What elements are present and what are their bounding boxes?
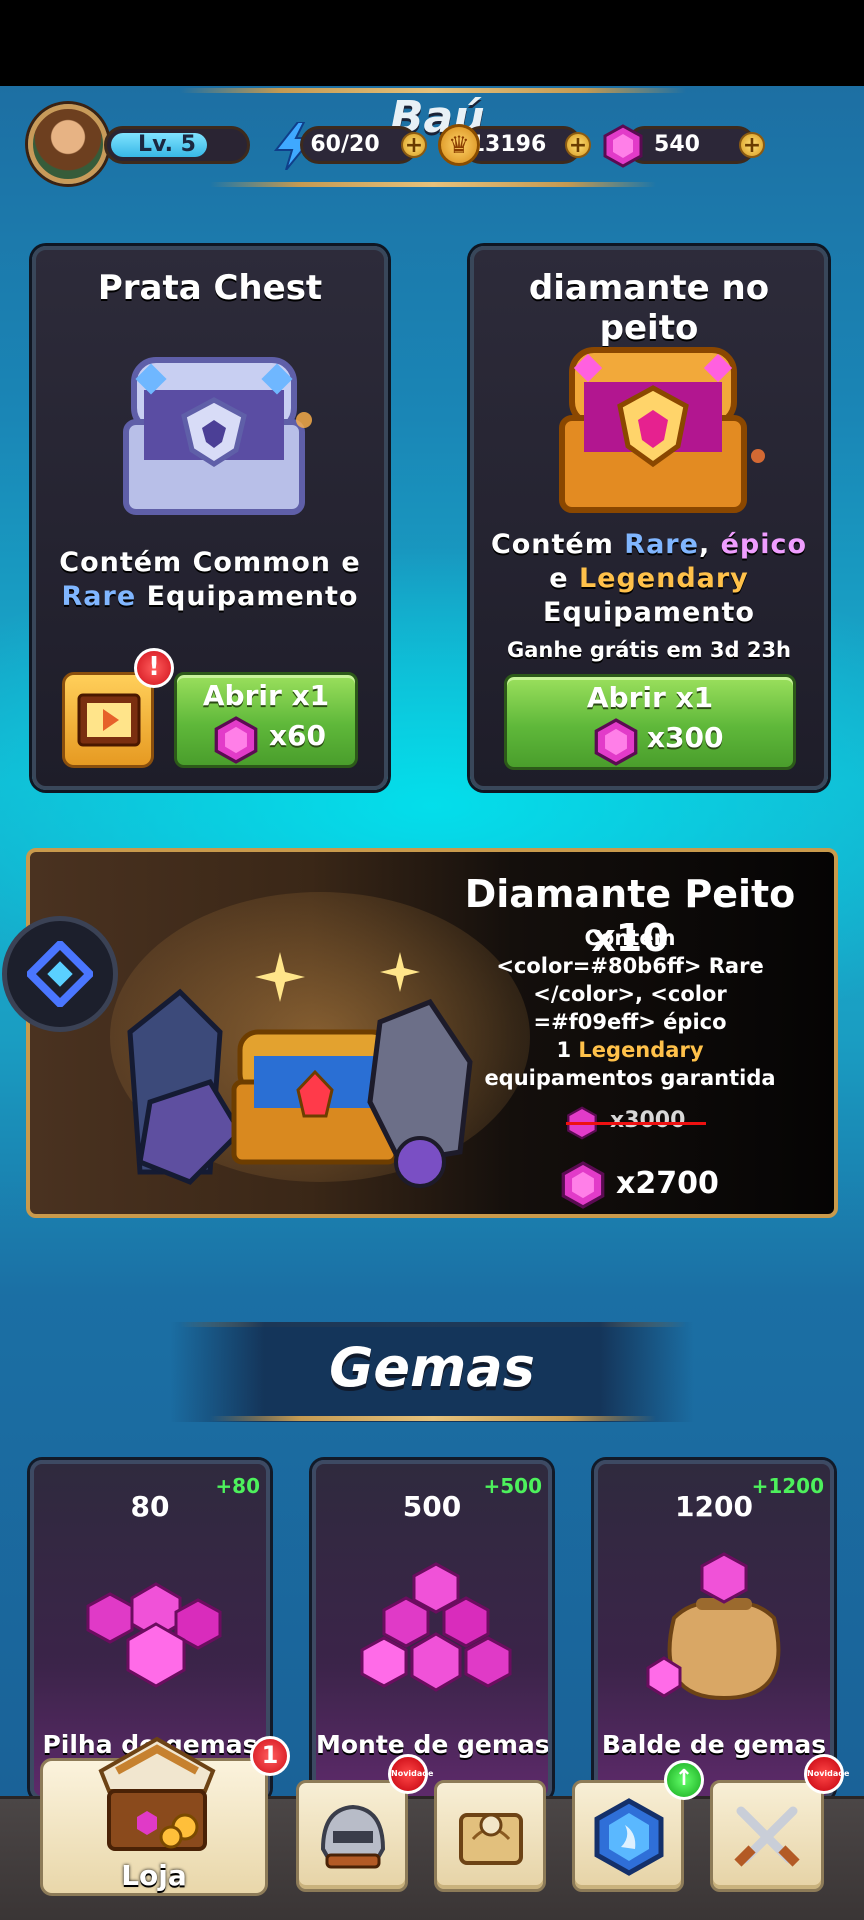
add-gems-button[interactable]: + xyxy=(739,132,765,158)
crown-coin-icon: ♛ xyxy=(438,124,480,166)
store-notification-badge: 1 xyxy=(250,1736,290,1776)
gem-pack-name: Monte de gemas xyxy=(316,1730,550,1759)
alert-badge: ! xyxy=(134,648,174,688)
open-cost: x300 xyxy=(647,721,724,754)
gem-pack-card[interactable]: 1200 +1200 Balde de gemas xyxy=(594,1460,834,1800)
gold-counter: 13196 + xyxy=(462,126,591,164)
gem-pack-bonus: +80 xyxy=(215,1474,260,1498)
promo-line-5-legendary: Legendary xyxy=(578,1038,704,1062)
level-label: Lv. 5 xyxy=(138,132,196,157)
nav-battle-button[interactable] xyxy=(710,1780,824,1892)
helmet-icon xyxy=(320,1804,386,1869)
promo-line-4: =#f09eff> épico xyxy=(533,1010,727,1034)
nav-store-label: Loja xyxy=(121,1859,187,1892)
new-badge: Novidade xyxy=(388,1754,433,1794)
desc-and: e xyxy=(341,547,361,578)
silver-chest-image xyxy=(123,357,312,515)
player-avatar[interactable] xyxy=(28,104,108,184)
diamond-logo-icon xyxy=(27,941,93,1007)
silver-chest-open-button[interactable]: Abrir x1 x60 xyxy=(174,672,358,768)
energy-counter: 60/20 + xyxy=(300,126,427,164)
desc-and: e xyxy=(549,563,569,594)
watch-video-button[interactable] xyxy=(62,672,154,768)
floating-menu-button[interactable] xyxy=(2,916,118,1032)
silver-chest-title: Prata Chest xyxy=(97,268,323,308)
promo-line-1: Contém xyxy=(584,926,676,950)
desc-contains: Contém xyxy=(490,529,614,560)
desc-legendary: Legendary xyxy=(578,563,749,594)
desc-equipment: Equipamento xyxy=(543,597,755,628)
energy-value: 60/20 xyxy=(310,132,380,157)
promo-line-5-count: 1 xyxy=(556,1038,572,1062)
gem-icon xyxy=(214,716,258,764)
promo-line-2: <color=#80b6ff> Rare xyxy=(496,954,764,978)
open-label: Abrir x1 xyxy=(202,679,330,712)
diamond-chest-open-button[interactable]: Abrir x1 x300 xyxy=(504,674,796,770)
desc-rare: Rare xyxy=(61,581,137,612)
nav-map-button[interactable] xyxy=(434,1780,546,1892)
free-timer: Ganhe grátis em 3d 23h xyxy=(506,638,792,662)
desc-contains: Contém xyxy=(59,547,183,578)
gem-icon xyxy=(594,718,638,766)
gems-ornament-bottom xyxy=(210,1416,656,1421)
desc-common: Common xyxy=(192,547,332,578)
promo-price: x2700 xyxy=(616,1166,719,1201)
promo-description: Contém <color=#80b6ff> Rare </color>, <c… xyxy=(420,924,834,1092)
desc-comma: , xyxy=(698,529,711,560)
header-ornament-bottom xyxy=(210,182,656,187)
level-bar: Lv. 5 xyxy=(104,126,250,164)
crossed-swords-icon xyxy=(734,1806,800,1867)
add-energy-button[interactable]: + xyxy=(401,132,427,158)
promo-old-price: x3000 xyxy=(566,1106,706,1140)
map-scroll-icon xyxy=(459,1813,523,1865)
upgrade-badge: ↑ xyxy=(664,1760,704,1800)
hexagon-shield-icon xyxy=(594,1798,664,1876)
gem-icon xyxy=(561,1161,605,1209)
gem-icon xyxy=(603,124,643,168)
desc-rare: Rare xyxy=(624,529,699,560)
desc-epic: épico xyxy=(720,529,808,560)
gem-bag-image xyxy=(646,1552,781,1701)
diamond-chest-image xyxy=(559,347,765,513)
gem-pack-name: Balde de gemas xyxy=(601,1730,827,1759)
promo-line-3: </color>, <color xyxy=(533,982,727,1006)
nav-store-button[interactable]: Loja xyxy=(40,1736,268,1896)
diamond-chest-x10-offer[interactable]: Diamante Peito x10 Contém <color=#80b6ff… xyxy=(26,848,838,1218)
gem-pack-card[interactable]: 500 +500 Monte de gemas xyxy=(312,1460,552,1800)
open-label: Abrir x1 xyxy=(586,681,714,714)
gem-pack-bonus: +500 xyxy=(483,1474,542,1498)
promo-line-6: equipamentos garantida xyxy=(484,1066,776,1090)
strikethrough-line xyxy=(566,1122,706,1125)
silver-chest-description: Contém Common e Rare Equipamento xyxy=(36,546,384,614)
gem-pack-bonus: +1200 xyxy=(751,1474,824,1498)
new-badge: Novidade xyxy=(804,1754,849,1794)
diamond-chest-description: Contém Rare, épico e Legendary Equipamen… xyxy=(474,528,824,630)
gems-section-title: Gemas xyxy=(329,1336,535,1399)
old-price-value: x3000 xyxy=(610,1108,686,1133)
gems-counter: 540 + xyxy=(626,126,765,164)
gem-heap-image xyxy=(360,1562,512,1692)
add-gold-button[interactable]: + xyxy=(565,132,591,158)
nav-heroes-button[interactable] xyxy=(296,1780,408,1892)
gem-pile-image xyxy=(86,1582,222,1688)
desc-equipment: Equipamento xyxy=(146,581,359,612)
nav-talent-button[interactable] xyxy=(572,1780,684,1892)
open-cost: x60 xyxy=(269,719,327,752)
video-play-icon xyxy=(77,693,141,747)
store-chest-icon xyxy=(98,1736,216,1851)
